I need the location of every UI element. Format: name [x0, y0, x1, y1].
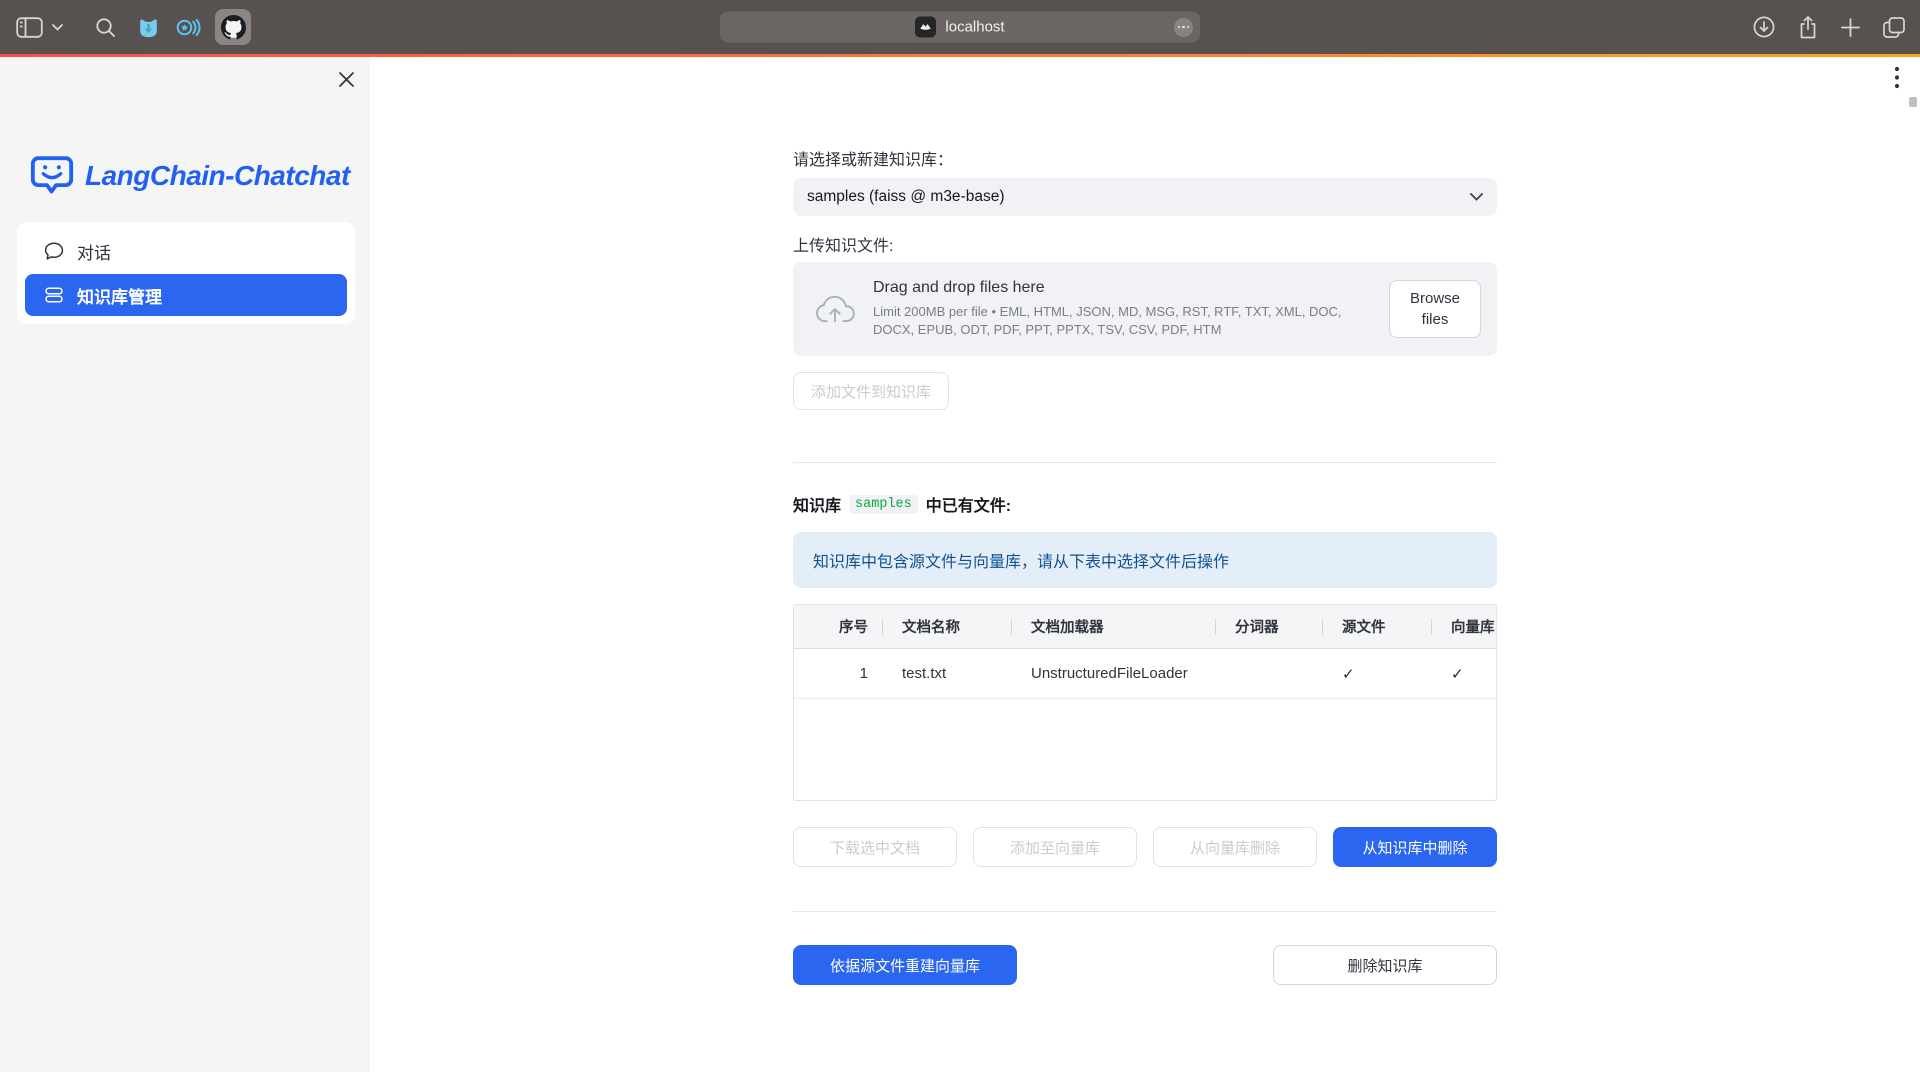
github-extension-icon[interactable] — [215, 9, 251, 45]
col-header-index: 序号 — [794, 605, 882, 648]
scrollbar-thumb[interactable] — [1909, 97, 1917, 107]
streamlit-favicon — [915, 17, 936, 38]
app-logo: LangChain-Chatchat — [30, 155, 350, 197]
rebuild-vector-store-button[interactable]: 依据源文件重建向量库 — [793, 945, 1017, 985]
chat-icon — [44, 241, 64, 261]
file-dropzone[interactable]: Drag and drop files here Limit 200MB per… — [793, 262, 1497, 356]
col-header-vector: 向量库 — [1431, 605, 1496, 648]
sidebar-toggle-icon[interactable] — [16, 17, 43, 38]
sidebar-menu: 对话 知识库管理 — [17, 222, 355, 324]
chat-bubble-logo-icon — [30, 155, 74, 197]
app-logo-text: LangChain-Chatchat — [85, 160, 350, 192]
col-header-name: 文档名称 — [882, 605, 1011, 648]
cell-loader: UnstructuredFileLoader — [1011, 649, 1215, 698]
address-bar[interactable]: localhost — [720, 12, 1200, 43]
kb-selected-value: samples (faiss @ m3e-base) — [807, 188, 1470, 206]
circles-star-extension-icon[interactable] — [175, 15, 201, 40]
knowledge-base-icon — [44, 285, 64, 305]
tabs-overview-icon[interactable] — [1882, 16, 1906, 39]
sidebar-item-label: 知识库管理 — [77, 283, 162, 308]
select-chevron-down-icon — [1470, 193, 1483, 201]
kb-name-code: samples — [849, 495, 918, 514]
download-selected-button[interactable]: 下载选中文档 — [793, 827, 957, 867]
main-area: 请选择或新建知识库： samples (faiss @ m3e-base) 上传… — [370, 57, 1920, 1080]
kb-files-table: 序号 文档名称 文档加载器 分词器 源文件 向量库 1 test.txt Uns… — [793, 604, 1497, 801]
upload-label: 上传知识文件: — [793, 238, 1497, 256]
delete-kb-button[interactable]: 删除知识库 — [1273, 945, 1497, 985]
sidebar-item-knowledge-base[interactable]: 知识库管理 — [25, 274, 347, 316]
address-more-icon[interactable] — [1174, 18, 1193, 37]
sidebar-item-dialogue[interactable]: 对话 — [25, 230, 347, 272]
downloads-icon[interactable] — [1752, 15, 1776, 39]
search-icon[interactable] — [95, 17, 116, 38]
file-actions-row: 下载选中文档 添加至向量库 从向量库删除 从知识库中删除 — [793, 827, 1497, 867]
cloud-upload-icon — [814, 294, 856, 324]
cell-name: test.txt — [882, 649, 1011, 698]
table-row[interactable]: 1 test.txt UnstructuredFileLoader ✓ ✓ — [794, 649, 1496, 699]
kb-select-label: 请选择或新建知识库： — [793, 152, 1497, 170]
table-empty-space — [794, 699, 1496, 800]
share-icon[interactable] — [1797, 15, 1819, 40]
downloader-extension-icon[interactable] — [136, 15, 161, 40]
sidebar-item-label: 对话 — [77, 239, 111, 264]
info-banner: 知识库中包含源文件与向量库，请从下表中选择文件后操作 — [793, 532, 1497, 588]
kb-selectbox[interactable]: samples (faiss @ m3e-base) — [793, 178, 1497, 216]
app-menu-kebab-icon[interactable] — [1893, 64, 1901, 92]
divider — [793, 462, 1497, 463]
cell-splitter — [1215, 649, 1322, 698]
browse-files-button[interactable]: Browse files — [1389, 280, 1481, 338]
divider — [793, 911, 1497, 912]
sidebar-close-icon[interactable] — [335, 68, 357, 90]
delete-from-kb-button[interactable]: 从知识库中删除 — [1333, 827, 1497, 867]
browser-toolbar: localhost — [0, 0, 1920, 54]
cell-index: 1 — [794, 649, 882, 698]
dropzone-hint: Limit 200MB per file • EML, HTML, JSON, … — [873, 303, 1371, 338]
source-check-icon: ✓ — [1342, 665, 1355, 683]
add-to-vector-store-button[interactable]: 添加至向量库 — [973, 827, 1137, 867]
kb-actions-row: 依据源文件重建向量库 删除知识库 — [793, 945, 1497, 985]
address-url: localhost — [945, 19, 1004, 36]
vector-check-icon: ✓ — [1451, 665, 1464, 683]
add-files-to-kb-button[interactable]: 添加文件到知识库 — [793, 372, 949, 410]
table-header-row: 序号 文档名称 文档加载器 分词器 源文件 向量库 — [794, 605, 1496, 649]
kb-files-heading-prefix: 知识库 — [793, 492, 841, 516]
sidebar: LangChain-Chatchat 对话 知识库管理 — [0, 57, 370, 1072]
toolbar-chevron-down-icon[interactable] — [52, 24, 63, 31]
info-banner-text: 知识库中包含源文件与向量库，请从下表中选择文件后操作 — [813, 548, 1229, 572]
kb-files-heading-suffix: 中已有文件: — [926, 492, 1011, 516]
col-header-source: 源文件 — [1322, 605, 1431, 648]
delete-from-vector-store-button[interactable]: 从向量库删除 — [1153, 827, 1317, 867]
dropzone-title: Drag and drop files here — [873, 279, 1371, 297]
col-header-loader: 文档加载器 — [1011, 605, 1215, 648]
kb-files-heading: 知识库 samples 中已有文件: — [793, 493, 1497, 515]
col-header-splitter: 分词器 — [1215, 605, 1322, 648]
new-tab-icon[interactable] — [1840, 17, 1861, 38]
